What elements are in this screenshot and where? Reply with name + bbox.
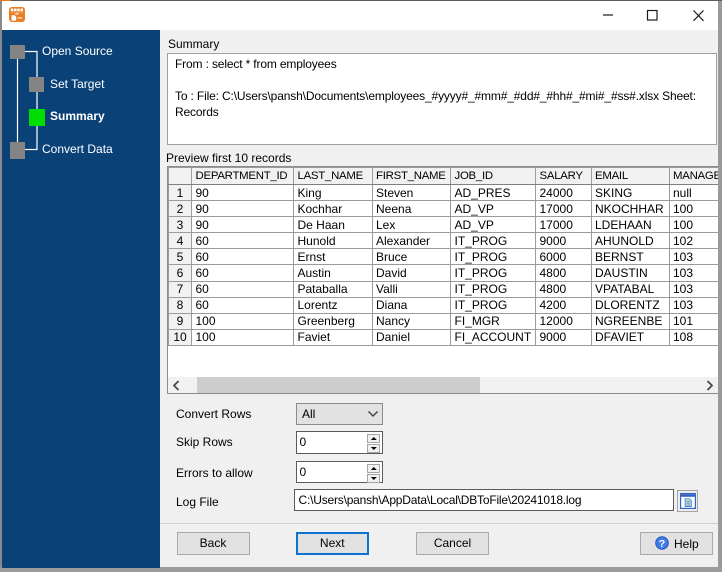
svg-text:?: ?: [659, 538, 665, 550]
